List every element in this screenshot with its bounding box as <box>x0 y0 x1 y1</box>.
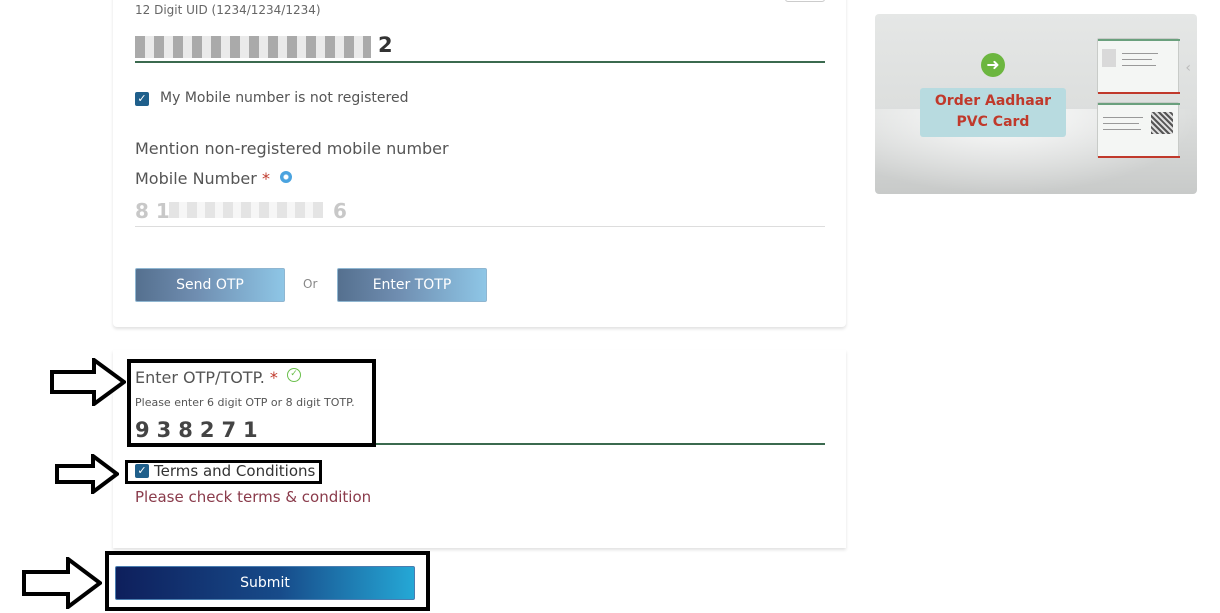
mobile-number-label-text: Mobile Number <box>135 169 257 188</box>
banner-title-line1: Order Aadhaar <box>934 93 1052 109</box>
mobile-masked-digits <box>169 202 323 218</box>
enter-totp-button[interactable]: Enter TOTP <box>337 268 487 302</box>
required-mark: * <box>261 169 270 188</box>
banner-title: Order Aadhaar PVC Card <box>920 88 1066 137</box>
uid-hint: 12 Digit UID (1234/1234/1234) <box>135 3 321 17</box>
arrow-right-circle-icon: ➜ <box>981 53 1005 77</box>
highlight-box-submit <box>105 551 430 611</box>
mobile-not-registered-checkbox[interactable]: ✓ <box>135 92 149 106</box>
card-corner-control <box>785 0 825 2</box>
terms-warning: Please check terms & condition <box>135 488 372 506</box>
or-separator: Or <box>303 277 318 291</box>
mobile-number-input[interactable]: 8 1 6 <box>135 198 825 227</box>
mobile-not-registered-label[interactable]: My Mobile number is not registered <box>160 90 408 106</box>
mobile-first-digits: 8 1 <box>135 199 170 223</box>
banner-title-line2: PVC Card <box>956 114 1030 130</box>
order-pvc-banner[interactable]: ➜ Order Aadhaar PVC Card ‹ <box>875 14 1197 194</box>
info-icon[interactable] <box>280 171 292 183</box>
chevron-left-icon[interactable]: ‹ <box>1185 60 1191 76</box>
mobile-number-label: Mobile Number * <box>135 169 270 188</box>
highlight-box-otp <box>127 359 376 447</box>
card-back-image <box>1097 102 1180 158</box>
card-front-image <box>1097 38 1180 94</box>
uid-masked-digits <box>135 36 371 58</box>
mobile-last-digit: 6 <box>333 199 347 223</box>
pointer-arrow-icon <box>50 358 126 406</box>
pointer-arrow-icon <box>22 557 102 609</box>
checkmark-icon: ✓ <box>137 92 147 105</box>
send-otp-button[interactable]: Send OTP <box>135 268 285 302</box>
highlight-box-terms <box>125 460 322 484</box>
pointer-arrow-icon <box>55 454 119 494</box>
pvc-card-image <box>1097 36 1180 160</box>
uid-last-digit: 2 <box>378 33 393 57</box>
mention-mobile-text: Mention non-registered mobile number <box>135 139 449 158</box>
uid-input[interactable]: 2 <box>135 33 825 63</box>
